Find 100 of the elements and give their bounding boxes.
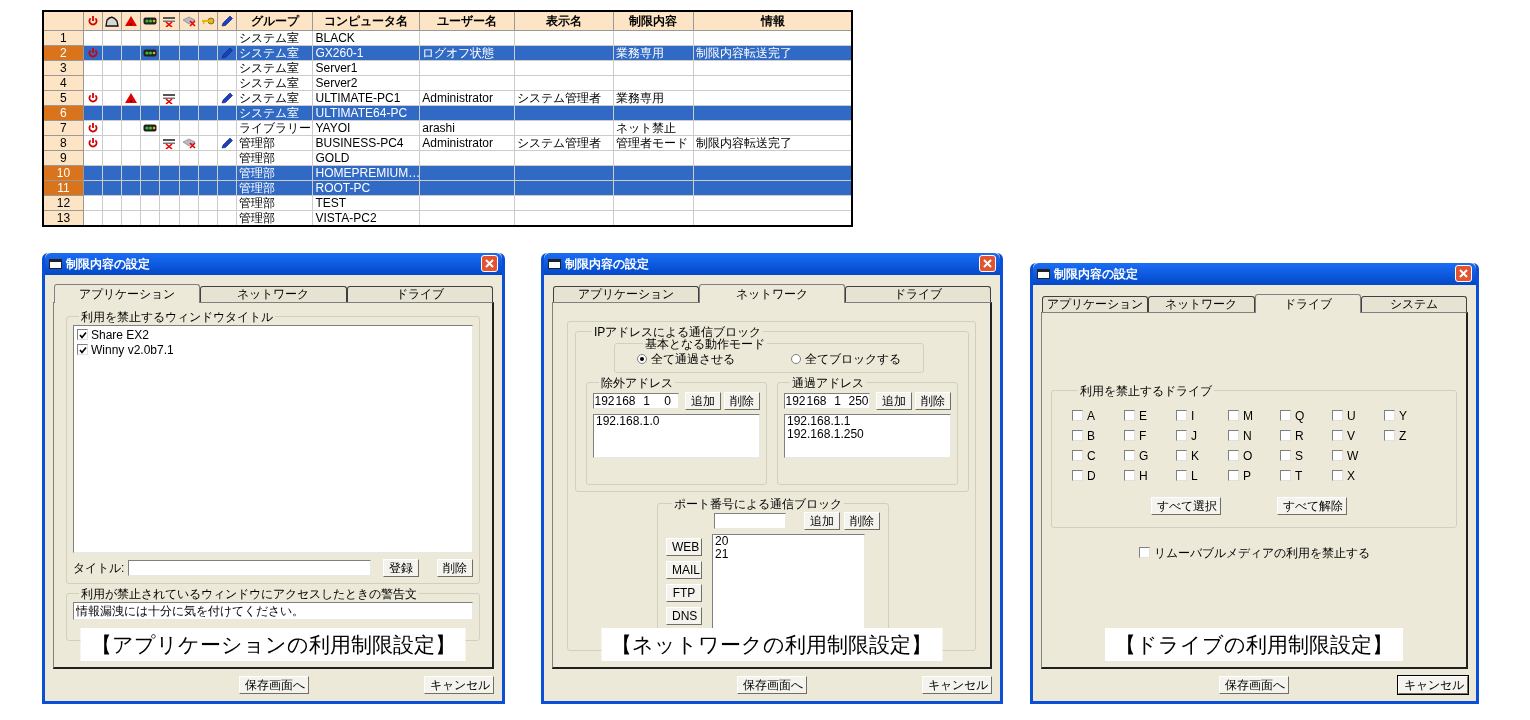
field-label: タイトル:: [73, 559, 125, 577]
tab[interactable]: システム: [1360, 295, 1467, 312]
save-button[interactable]: 保存画面へ: [737, 675, 807, 694]
tab[interactable]: アプリケーション: [553, 285, 699, 302]
table-cell: arashi: [422, 121, 455, 135]
table-cell: システム室: [238, 106, 299, 120]
cancel-button[interactable]: キャンセル: [424, 675, 494, 694]
checkbox-label: N: [1243, 427, 1252, 445]
checkbox[interactable]: [1072, 470, 1083, 481]
checkbox-label: Z: [1399, 427, 1407, 445]
add-button[interactable]: 追加: [685, 391, 721, 410]
table-cell: YAYOI: [315, 121, 351, 135]
close-button[interactable]: [481, 255, 498, 272]
warning-message-field[interactable]: 情報漏洩には十分に気を付けてください。: [73, 601, 473, 620]
checkbox[interactable]: [77, 329, 88, 340]
checkbox[interactable]: [1228, 410, 1239, 421]
radio-button[interactable]: [791, 353, 801, 364]
checkbox[interactable]: [1072, 410, 1083, 421]
checkbox-label: P: [1243, 467, 1251, 485]
column-header[interactable]: 制限内容: [613, 11, 694, 31]
delete-button[interactable]: 削除: [437, 558, 473, 577]
checkbox[interactable]: [1176, 430, 1187, 441]
checkbox[interactable]: [1072, 430, 1083, 441]
list-item[interactable]: 21: [715, 547, 862, 561]
delete-button[interactable]: 削除: [724, 391, 760, 410]
preset-button[interactable]: DNS: [666, 606, 702, 625]
checkbox[interactable]: [1124, 410, 1135, 421]
checkbox[interactable]: [1124, 430, 1135, 441]
tab[interactable]: ドライブ: [1254, 293, 1361, 313]
checkbox-label: C: [1087, 447, 1096, 465]
tab[interactable]: ネットワーク: [699, 283, 845, 303]
checkbox[interactable]: [1228, 430, 1239, 441]
checkbox[interactable]: [1280, 410, 1291, 421]
checkbox-label: X: [1347, 467, 1355, 485]
cancel-button[interactable]: キャンセル: [1398, 675, 1468, 694]
register-button[interactable]: 登録: [383, 558, 419, 577]
tab[interactable]: ドライブ: [845, 285, 991, 302]
ip-octet: 168: [806, 392, 827, 410]
checkbox[interactable]: [1072, 450, 1083, 461]
add-button[interactable]: 追加: [804, 511, 840, 530]
column-header[interactable]: ユーザー名: [419, 11, 515, 31]
list-item[interactable]: 192.168.1.1: [787, 414, 948, 428]
close-button[interactable]: [1455, 265, 1472, 282]
close-button[interactable]: [979, 255, 996, 272]
checkbox[interactable]: [1228, 470, 1239, 481]
clear-all-button[interactable]: すべて解除: [1277, 496, 1347, 515]
preset-button[interactable]: FTP: [666, 583, 702, 602]
tab[interactable]: アプリケーション: [54, 283, 201, 303]
add-button[interactable]: 追加: [876, 391, 912, 410]
checkbox[interactable]: [1124, 470, 1135, 481]
ip-octet: 250: [848, 392, 869, 410]
save-button[interactable]: 保存画面へ: [238, 675, 309, 694]
checkbox-label: O: [1243, 447, 1253, 465]
title-field[interactable]: [128, 559, 371, 576]
checkbox[interactable]: [1176, 450, 1187, 461]
preset-button[interactable]: WEB: [666, 537, 702, 556]
tab[interactable]: ドライブ: [346, 285, 493, 302]
list-item[interactable]: 192.168.1.250: [787, 427, 948, 441]
checkbox[interactable]: [1176, 410, 1187, 421]
checkbox[interactable]: [1176, 470, 1187, 481]
checkbox[interactable]: [77, 344, 88, 355]
ip-address-field[interactable]: 192168 1 0: [593, 392, 679, 409]
save-button[interactable]: 保存画面へ: [1219, 675, 1290, 694]
checkbox[interactable]: [1384, 430, 1395, 441]
tab[interactable]: アプリケーション: [1042, 295, 1149, 312]
column-header[interactable]: 表示名: [514, 11, 614, 31]
blocked-network-icon: [162, 15, 177, 27]
checkbox[interactable]: [1332, 430, 1343, 441]
checkbox[interactable]: [1124, 450, 1135, 461]
checkbox[interactable]: [1332, 410, 1343, 421]
preset-button[interactable]: MAIL: [666, 560, 702, 579]
list-item[interactable]: Share EX2: [91, 328, 150, 341]
checkbox[interactable]: [1228, 450, 1239, 461]
table-cell: システム室: [238, 31, 299, 45]
list-item[interactable]: 192.168.1.0: [596, 414, 757, 428]
checkbox-label: リムーバブルメディアの利用を禁止する: [1153, 544, 1370, 562]
cancel-button[interactable]: キャンセル: [922, 675, 992, 694]
delete-button[interactable]: 削除: [844, 511, 880, 530]
radio-button[interactable]: [637, 353, 647, 364]
checkbox-label: A: [1087, 407, 1095, 425]
radio-label: 全てブロックする: [805, 350, 901, 368]
ip-address-field[interactable]: 192168 1 250: [784, 392, 870, 409]
table-cell: システム室: [238, 76, 299, 90]
list-item[interactable]: 20: [715, 534, 862, 548]
tab[interactable]: ネットワーク: [1148, 295, 1255, 312]
list-item[interactable]: Winny v2.0b7.1: [91, 343, 174, 356]
checkbox[interactable]: [1384, 410, 1395, 421]
column-header[interactable]: コンピュータ名: [313, 11, 420, 31]
checkbox[interactable]: [1138, 547, 1150, 558]
select-all-button[interactable]: すべて選択: [1151, 496, 1221, 515]
checkbox[interactable]: [1280, 470, 1291, 481]
checkbox[interactable]: [1332, 470, 1343, 481]
port-field[interactable]: [714, 512, 786, 529]
checkbox[interactable]: [1280, 430, 1291, 441]
delete-button[interactable]: 削除: [915, 391, 951, 410]
tab[interactable]: ネットワーク: [200, 285, 347, 302]
column-header[interactable]: グループ: [236, 11, 313, 31]
checkbox[interactable]: [1332, 450, 1343, 461]
checkbox[interactable]: [1280, 450, 1291, 461]
radio-label: 全て通過させる: [651, 351, 735, 368]
